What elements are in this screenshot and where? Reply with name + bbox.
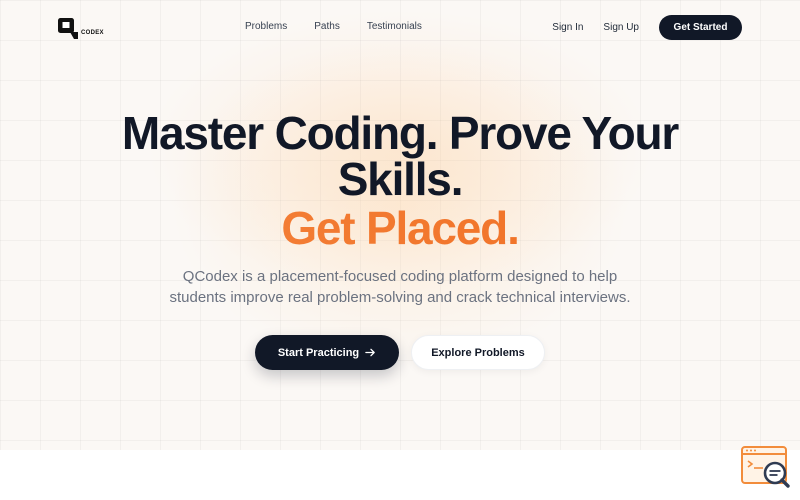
hero-subtitle: QCodex is a placement-focused coding pla…: [0, 266, 800, 308]
brand-logo[interactable]: CODEX: [58, 17, 108, 39]
headline-line-2: Skills.: [337, 153, 464, 205]
subtitle-line-2: students improve real problem-solving an…: [169, 289, 631, 306]
headline-accent: Get Placed.: [0, 204, 800, 252]
nav-links: Problems Paths Testimonials: [245, 21, 422, 32]
hero-headline: Master Coding. Prove Your Skills. Get Pl…: [0, 110, 800, 252]
subtitle-line-1: QCodex is a placement-focused coding pla…: [182, 268, 618, 285]
nav-link-problems[interactable]: Problems: [245, 21, 287, 32]
sign-up-link[interactable]: Sign Up: [603, 22, 639, 33]
sign-in-link[interactable]: Sign In: [552, 22, 583, 33]
headline-line-1: Master Coding. Prove Your: [121, 107, 679, 159]
nav-actions: Sign In Sign Up Get Started: [552, 15, 742, 40]
arrow-right-icon: [365, 347, 376, 358]
start-practicing-label: Start Practicing: [277, 346, 360, 359]
nav-link-testimonials[interactable]: Testimonials: [367, 21, 422, 32]
nav-link-paths[interactable]: Paths: [314, 21, 340, 32]
start-practicing-button[interactable]: Start Practicing: [255, 335, 399, 370]
get-started-button[interactable]: Get Started: [659, 15, 742, 40]
logo-text: CODEX: [81, 30, 104, 36]
hero-cta-group: Start Practicing Explore Problems: [0, 335, 800, 370]
explore-problems-button[interactable]: Explore Problems: [411, 335, 545, 370]
top-nav: CODEX Problems Paths Testimonials Sign I…: [0, 0, 800, 56]
qcodex-logo-icon: [58, 18, 79, 39]
code-search-icon[interactable]: [741, 446, 791, 489]
